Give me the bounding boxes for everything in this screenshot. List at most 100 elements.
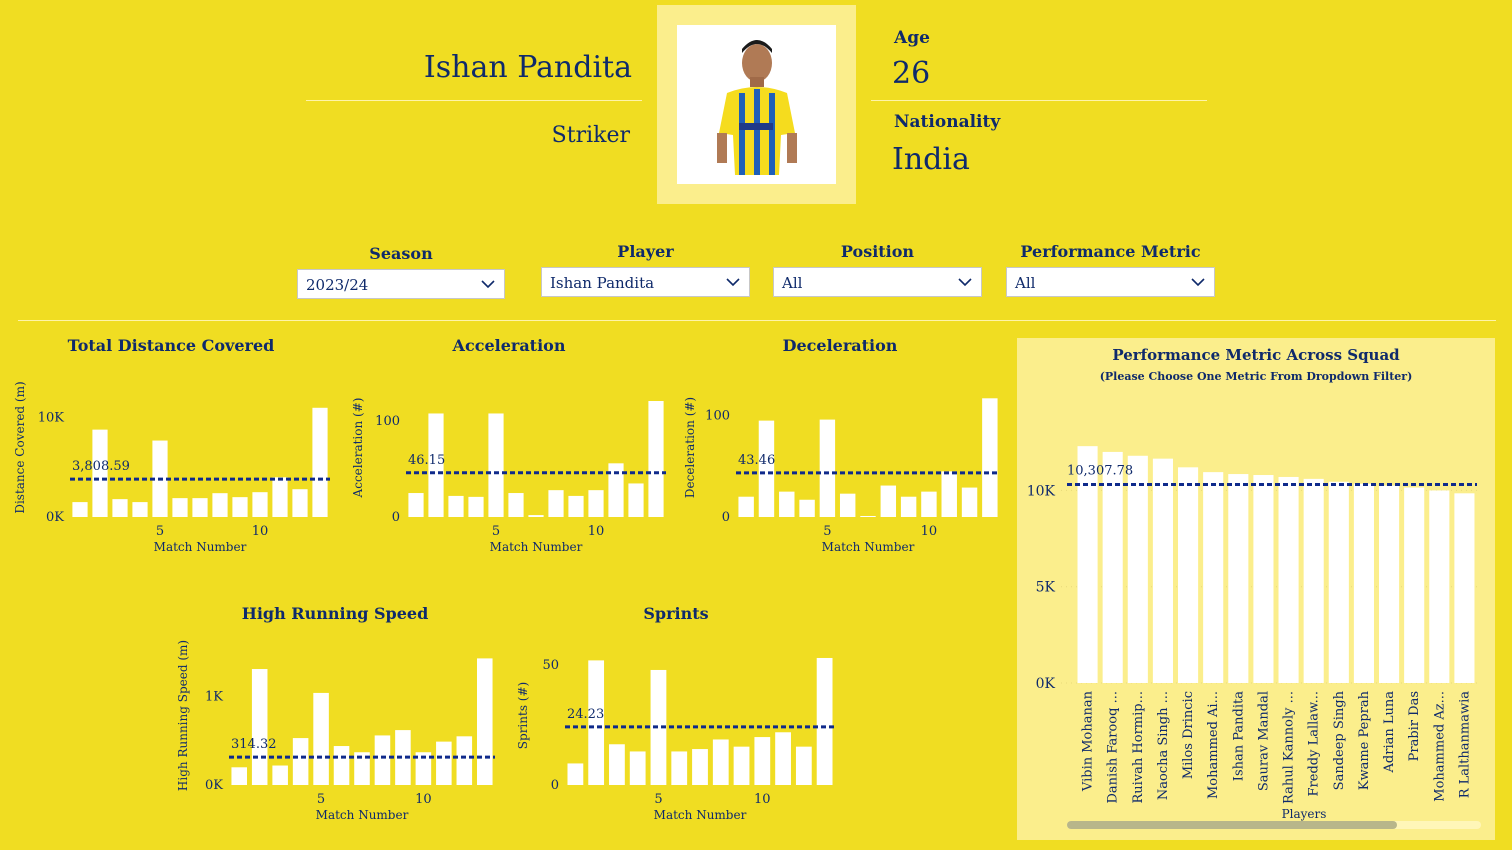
scrollbar-thumb[interactable] [1067, 821, 1397, 829]
bar [132, 502, 148, 517]
bar [1152, 458, 1173, 683]
x-tick-label: Kwame Peprah [1357, 690, 1372, 790]
bar [567, 763, 584, 785]
bar [1077, 446, 1098, 683]
bar [508, 493, 524, 517]
y-axis-label: Acceleration (#) [351, 398, 365, 499]
bar [712, 739, 729, 785]
chart-title: Sprints [643, 604, 709, 623]
bar [172, 498, 188, 517]
chevron-down-icon [726, 278, 740, 287]
bar [374, 735, 391, 785]
average-label: 43.46 [738, 453, 775, 468]
player-slicer-label: Player [617, 242, 674, 261]
x-axis-label: Match Number [316, 808, 409, 822]
bar [819, 419, 836, 517]
x-tick-label: 5 [317, 792, 325, 807]
x-axis-label: Match Number [654, 808, 747, 822]
bar [839, 493, 856, 517]
x-tick-label: Rahul Kannoly ... [1282, 691, 1297, 804]
section-divider [18, 320, 1496, 321]
squad-chart: 0K 5K 10K Vibin Mohanan Danish Farooq ... Rui… [1027, 446, 1477, 821]
bar [436, 741, 452, 785]
bar [528, 515, 544, 517]
bar [692, 749, 708, 785]
horizontal-scrollbar[interactable] [1067, 821, 1481, 829]
x-tick-label: 10 [754, 792, 771, 807]
y-axis-label: High Running Speed (m) [176, 640, 190, 791]
squad-panel: Performance Metric Across Squad (Please … [1017, 338, 1495, 840]
position-dropdown[interactable]: All [773, 267, 982, 297]
chart-title: Acceleration [452, 336, 566, 355]
metric-dropdown[interactable]: All [1006, 267, 1215, 297]
player-name: Ishan Pandita [423, 50, 632, 85]
x-tick-label: 10 [921, 524, 938, 539]
age-value: 26 [892, 56, 931, 91]
bar [1328, 481, 1349, 683]
x-tick-label: 10 [252, 524, 269, 539]
chevron-down-icon [481, 280, 495, 289]
bar [609, 744, 625, 785]
bar [1404, 487, 1425, 683]
player-dropdown[interactable]: Ishan Pandita [541, 267, 750, 297]
y-axis-label: Distance Covered (m) [13, 381, 27, 513]
bar [1253, 475, 1274, 683]
x-tick-label: 5 [156, 524, 164, 539]
bar [1429, 490, 1450, 683]
x-tick-label: Prabir Das [1407, 691, 1422, 761]
bar [548, 490, 564, 517]
bar [272, 765, 288, 785]
bar [941, 471, 957, 517]
bar [408, 493, 424, 517]
x-tick-label: Mohammed Ai... [1206, 691, 1221, 799]
bar [1353, 483, 1374, 683]
bar [648, 401, 664, 517]
bar [982, 398, 998, 517]
bar [799, 499, 815, 517]
bar [795, 746, 812, 785]
x-axis-label: Players [1282, 807, 1327, 821]
x-tick-label: Vibin Mohanan [1081, 690, 1096, 792]
distance-chart: 0K 10K 5 10 3,808.59 Match Number Distance Cov… [13, 381, 330, 554]
position-slicer-label: Position [840, 242, 915, 261]
x-tick-label: Danish Farooq ... [1106, 691, 1121, 804]
chevron-down-icon [958, 278, 972, 287]
average-label: 3,808.59 [72, 459, 130, 474]
y-tick-label: 0 [551, 778, 559, 793]
bar [961, 487, 978, 517]
bar [880, 485, 897, 517]
bar [671, 751, 688, 785]
x-tick-label: Saurav Mandal [1256, 691, 1271, 791]
bar [448, 495, 464, 517]
season-slicer-label: Season [369, 244, 433, 263]
y-tick-label: 0K [1036, 676, 1056, 692]
bar [312, 407, 328, 517]
x-tick-label: 10 [415, 792, 432, 807]
x-tick-label: 5 [492, 524, 500, 539]
bar [900, 496, 917, 517]
y-tick-label: 0K [205, 778, 223, 793]
bar [251, 669, 268, 785]
bar [468, 496, 484, 517]
nationality-value: India [892, 142, 970, 177]
bar [272, 477, 288, 517]
bar [333, 746, 350, 785]
y-tick-label: 10K [38, 411, 65, 426]
x-tick-label: R Lalthanmawia [1457, 691, 1472, 799]
bar [921, 491, 937, 517]
y-tick-label: 0K [46, 510, 64, 525]
season-dropdown[interactable]: 2023/24 [297, 269, 505, 299]
bar [1303, 478, 1324, 683]
x-tick-label: Milos Drincic [1181, 691, 1196, 779]
bar [628, 483, 644, 517]
x-tick-label: 10 [588, 524, 605, 539]
bar [112, 499, 128, 517]
bar [192, 498, 208, 517]
metric-dropdown-value: All [1015, 274, 1036, 292]
bar [456, 736, 473, 785]
bar [775, 732, 791, 785]
bar [1454, 493, 1475, 683]
high-running-speed-chart: 0K 1K 5 10 314.32 Match Number High Running Sp… [176, 640, 495, 822]
chevron-down-icon [1191, 278, 1205, 287]
x-tick-label: Naocha Singh ... [1156, 691, 1171, 800]
